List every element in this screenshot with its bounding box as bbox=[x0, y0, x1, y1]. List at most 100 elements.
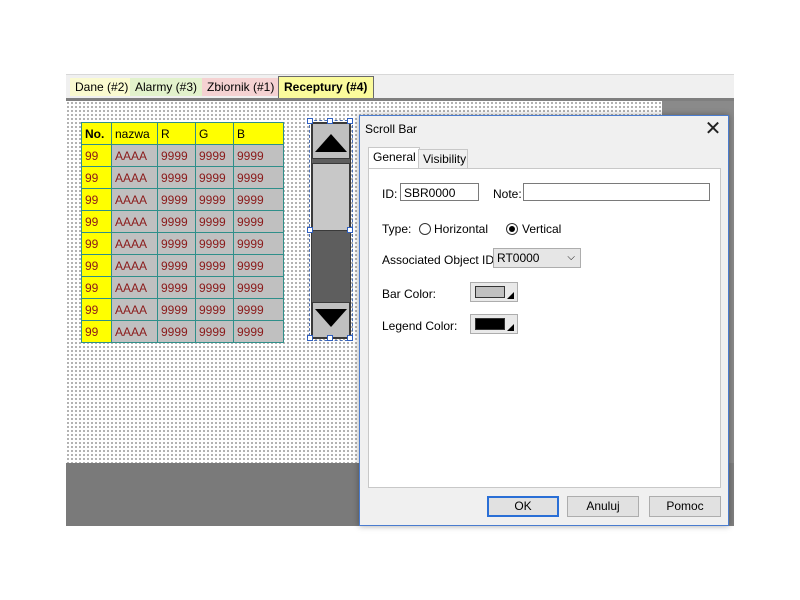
table-row[interactable]: 99 AAAA 9999 9999 9999 bbox=[81, 188, 284, 211]
cell-no: 99 bbox=[81, 254, 112, 277]
cell-b: 9999 bbox=[233, 210, 284, 233]
cell-nazwa: AAAA bbox=[111, 298, 158, 321]
cell-b: 9999 bbox=[233, 166, 284, 189]
legend-color-button[interactable] bbox=[470, 314, 518, 334]
bar-color-button[interactable] bbox=[470, 282, 518, 302]
scroll-up-arrow[interactable] bbox=[312, 123, 350, 159]
cell-nazwa: AAAA bbox=[111, 254, 158, 277]
cell-no: 99 bbox=[81, 188, 112, 211]
tab-visibility[interactable]: Visibility bbox=[418, 149, 468, 169]
page-tab-alarmy[interactable]: Alarmy (#3) bbox=[130, 78, 207, 96]
resize-handle-w[interactable] bbox=[307, 227, 313, 233]
dropdown-corner-icon bbox=[507, 292, 514, 299]
cell-r: 9999 bbox=[157, 298, 196, 321]
resize-handle-ne[interactable] bbox=[347, 118, 353, 124]
cell-r: 9999 bbox=[157, 320, 196, 343]
cell-r: 9999 bbox=[157, 254, 196, 277]
cell-no: 99 bbox=[81, 144, 112, 167]
cell-nazwa: AAAA bbox=[111, 188, 158, 211]
cell-no: 99 bbox=[81, 166, 112, 189]
cell-r: 9999 bbox=[157, 144, 196, 167]
cell-b: 9999 bbox=[233, 144, 284, 167]
scroll-thumb[interactable] bbox=[312, 163, 350, 231]
cell-b: 9999 bbox=[233, 232, 284, 255]
cell-g: 9999 bbox=[195, 320, 234, 343]
scrollbar-object[interactable] bbox=[311, 122, 351, 339]
note-field[interactable] bbox=[523, 183, 710, 201]
radio-vertical[interactable] bbox=[506, 223, 518, 235]
cell-b: 9999 bbox=[233, 298, 284, 321]
column-header-b: B bbox=[233, 122, 284, 145]
dropdown-corner-icon bbox=[507, 324, 514, 331]
scroll-bar-dialog: Scroll Bar ✕ General Visibility ID: SBR0… bbox=[359, 115, 729, 526]
cell-g: 9999 bbox=[195, 298, 234, 321]
resize-handle-s[interactable] bbox=[327, 335, 333, 341]
cell-g: 9999 bbox=[195, 144, 234, 167]
resize-handle-nw[interactable] bbox=[307, 118, 313, 124]
triangle-up-icon bbox=[315, 134, 347, 152]
cell-no: 99 bbox=[81, 320, 112, 343]
tab-general[interactable]: General bbox=[368, 147, 420, 170]
cell-g: 9999 bbox=[195, 276, 234, 299]
cell-nazwa: AAAA bbox=[111, 232, 158, 255]
cell-b: 9999 bbox=[233, 320, 284, 343]
page-tab-bar: Dane (#2) Alarmy (#3) Zbiornik (#1) Rece… bbox=[66, 74, 734, 101]
cell-no: 99 bbox=[81, 232, 112, 255]
cell-b: 9999 bbox=[233, 188, 284, 211]
resize-handle-e[interactable] bbox=[347, 227, 353, 233]
radio-horizontal-label[interactable]: Horizontal bbox=[434, 222, 488, 236]
cell-nazwa: AAAA bbox=[111, 166, 158, 189]
table-row[interactable]: 99 AAAA 9999 9999 9999 bbox=[81, 254, 284, 277]
type-label: Type: bbox=[382, 222, 412, 236]
legend-color-label: Legend Color: bbox=[382, 319, 458, 333]
help-button[interactable]: Pomoc bbox=[649, 496, 721, 517]
column-header-r: R bbox=[157, 122, 196, 145]
resize-handle-sw[interactable] bbox=[307, 335, 313, 341]
bar-color-label: Bar Color: bbox=[382, 287, 437, 301]
cell-nazwa: AAAA bbox=[111, 210, 158, 233]
column-header-no: No. bbox=[81, 122, 112, 145]
page-tab-zbiornik[interactable]: Zbiornik (#1) bbox=[202, 78, 283, 96]
scroll-down-arrow[interactable] bbox=[312, 302, 350, 338]
id-field[interactable]: SBR0000 bbox=[400, 183, 479, 201]
associated-object-value: RT0000 bbox=[497, 251, 540, 265]
cell-no: 99 bbox=[81, 298, 112, 321]
cell-g: 9999 bbox=[195, 232, 234, 255]
cell-nazwa: AAAA bbox=[111, 276, 158, 299]
cell-b: 9999 bbox=[233, 276, 284, 299]
id-label: ID: bbox=[382, 187, 398, 201]
recipe-table[interactable]: No. nazwa R G B 99 AAAA 9999 9999 9999 99 AAAA… bbox=[81, 122, 284, 343]
cell-r: 9999 bbox=[157, 232, 196, 255]
table-row[interactable]: 99 AAAA 9999 9999 9999 bbox=[81, 320, 284, 343]
page-tab-dane[interactable]: Dane (#2) bbox=[70, 78, 135, 96]
table-row[interactable]: 99 AAAA 9999 9999 9999 bbox=[81, 232, 284, 255]
resize-handle-se[interactable] bbox=[347, 335, 353, 341]
cell-g: 9999 bbox=[195, 210, 234, 233]
cell-nazwa: AAAA bbox=[111, 320, 158, 343]
radio-horizontal[interactable] bbox=[419, 223, 431, 235]
cancel-button[interactable]: Anuluj bbox=[567, 496, 639, 517]
cell-r: 9999 bbox=[157, 166, 196, 189]
table-row[interactable]: 99 AAAA 9999 9999 9999 bbox=[81, 298, 284, 321]
ok-button[interactable]: OK bbox=[487, 496, 559, 517]
cell-r: 9999 bbox=[157, 276, 196, 299]
triangle-down-icon bbox=[315, 309, 347, 327]
chevron-down-icon: ⌵ bbox=[567, 252, 575, 263]
cell-b: 9999 bbox=[233, 254, 284, 277]
table-row[interactable]: 99 AAAA 9999 9999 9999 bbox=[81, 210, 284, 233]
table-row[interactable]: 99 AAAA 9999 9999 9999 bbox=[81, 276, 284, 299]
cell-g: 9999 bbox=[195, 254, 234, 277]
table-row[interactable]: 99 AAAA 9999 9999 9999 bbox=[81, 166, 284, 189]
cell-g: 9999 bbox=[195, 166, 234, 189]
resize-handle-n[interactable] bbox=[327, 118, 333, 124]
dialog-title: Scroll Bar bbox=[365, 122, 418, 136]
cell-no: 99 bbox=[81, 210, 112, 233]
cell-r: 9999 bbox=[157, 210, 196, 233]
close-icon[interactable]: ✕ bbox=[702, 118, 724, 140]
associated-object-select[interactable]: RT0000 ⌵ bbox=[493, 248, 581, 268]
column-header-g: G bbox=[195, 122, 234, 145]
cell-nazwa: AAAA bbox=[111, 144, 158, 167]
table-header-row: No. nazwa R G B bbox=[81, 122, 284, 145]
radio-vertical-label[interactable]: Vertical bbox=[522, 222, 561, 236]
table-row[interactable]: 99 AAAA 9999 9999 9999 bbox=[81, 144, 284, 167]
